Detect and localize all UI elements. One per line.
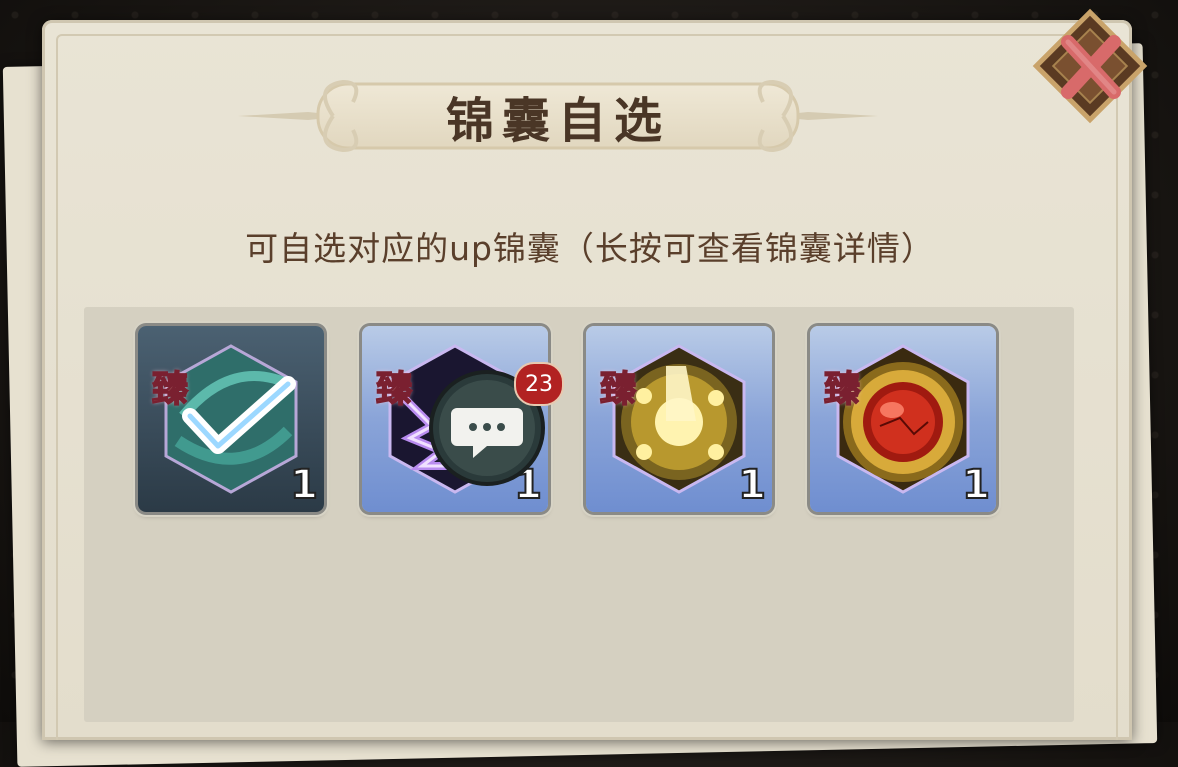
item-count: 1 xyxy=(961,461,991,509)
close-icon xyxy=(1032,8,1148,124)
item-slot-1[interactable]: 臻 1 xyxy=(138,326,324,512)
dialog-subtitle: 可自选对应的up锦囊（长按可查看锦囊详情） xyxy=(245,229,935,268)
close-button[interactable] xyxy=(1030,6,1150,126)
item-count: 1 xyxy=(289,461,319,509)
title-banner: 锦囊自选 xyxy=(238,62,878,170)
item-slot-3[interactable]: 臻 1 xyxy=(586,326,772,512)
notification-badge: 23 xyxy=(514,362,564,406)
item-tag: 臻 xyxy=(599,367,637,411)
item-tag: 臻 xyxy=(375,367,413,411)
item-slot-4[interactable]: 臻 1 xyxy=(810,326,996,512)
item-tag: 臻 xyxy=(823,367,861,411)
dialog-title: 锦囊自选 xyxy=(445,93,670,149)
item-tag: 臻 xyxy=(151,367,189,411)
item-count: 1 xyxy=(737,461,767,509)
